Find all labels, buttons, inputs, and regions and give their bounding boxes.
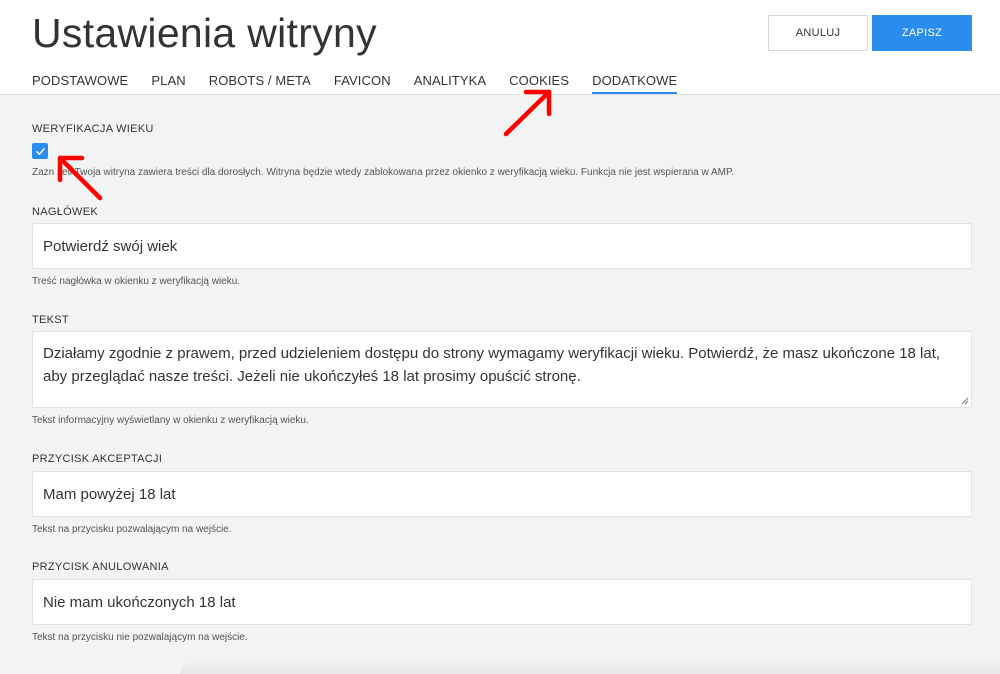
tab-favicon[interactable]: FAVICON (334, 73, 391, 94)
heading-input[interactable]: Potwierdź swój wiek (32, 223, 972, 269)
text-textarea-value: Działamy zgodnie z prawem, przed udziele… (43, 345, 941, 385)
text-textarea[interactable]: Działamy zgodnie z prawem, przed udziele… (32, 331, 972, 408)
age-verification-checkbox[interactable] (32, 143, 48, 159)
cancel-button[interactable]: ANULUJ (768, 15, 868, 51)
tab-podstawowe[interactable]: PODSTAWOWE (32, 73, 128, 94)
age-verification-label: WERYFIKACJA WIEKU (32, 123, 154, 135)
accept-button-label: PRZYCISK AKCEPTACJI (32, 453, 163, 465)
check-icon (35, 147, 45, 155)
text-label: TEKST (32, 314, 69, 326)
page-title: Ustawienia witryny (32, 10, 377, 56)
heading-label: NAGŁÓWEK (32, 206, 98, 218)
resize-handle-icon[interactable] (959, 395, 969, 405)
tab-dodatkowe[interactable]: DODATKOWE (592, 73, 678, 94)
annotation-arrow-icon (57, 155, 103, 201)
cancel-button-hint: Tekst na przycisku nie pozwalającym na w… (32, 632, 248, 643)
accept-button-input[interactable]: Mam powyżej 18 lat (32, 471, 972, 517)
tab-analityka[interactable]: ANALITYKA (414, 73, 486, 94)
bottom-shadow (180, 660, 1000, 674)
accept-button-hint: Tekst na przycisku pozwalającym na wejśc… (32, 524, 232, 535)
tab-bar: PODSTAWOWE PLAN ROBOTS / META FAVICON AN… (32, 73, 700, 94)
text-hint: Tekst informacyjny wyświetlany w okienku… (32, 415, 309, 426)
age-verification-hint: Zazn żeli Twoja witryna zawiera treści d… (32, 167, 735, 178)
heading-hint: Treść nagłówka w okienku z weryfikacją w… (32, 276, 241, 287)
tab-plan[interactable]: PLAN (151, 73, 185, 94)
header: Ustawienia witryny ANULUJ ZAPISZ PODSTAW… (0, 0, 1000, 95)
save-button[interactable]: ZAPISZ (872, 15, 972, 51)
annotation-arrow-icon (503, 89, 552, 137)
cancel-button-input[interactable]: Nie mam ukończonych 18 lat (32, 579, 972, 625)
cancel-button-label: PRZYCISK ANULOWANIA (32, 561, 169, 573)
tab-robots-meta[interactable]: ROBOTS / META (209, 73, 311, 94)
